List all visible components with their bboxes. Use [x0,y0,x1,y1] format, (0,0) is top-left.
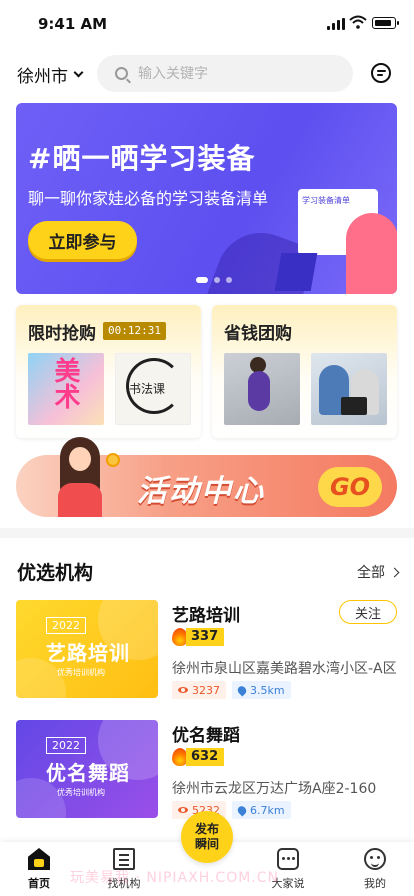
distance-value: 3.5km [250,683,285,697]
hot-score: 632 [172,747,225,767]
org-address: 徐州市泉山区嘉美路碧水湾小区-A区 [172,661,397,677]
distance-value: 6.7km [250,803,285,817]
org-list-item[interactable]: 2022 优名舞蹈 优秀培训机构 优名舞蹈 632 徐州市云龙区万达广场A座2-… [16,720,398,820]
girl-illustration [58,437,102,517]
follow-button[interactable]: 关注 [339,600,397,624]
robotics-course-thumbnail[interactable] [311,353,387,425]
status-time: 9:41 AM [38,15,108,33]
cover-name: 艺路培训 [46,641,130,665]
banner-person-illustration [346,213,397,294]
banner-subtitle: 聊一聊你家娃必备的学习装备清单 [28,189,269,208]
search-bar[interactable] [97,55,353,92]
calligraphy-course-thumbnail[interactable]: 书法课 [115,353,191,425]
chevron-down-icon [73,67,84,77]
signal-icon [327,18,345,30]
battery-icon [372,17,399,29]
group-buy-title: 省钱团购 [224,324,292,344]
section-divider [0,528,414,538]
message-icon[interactable] [371,63,391,83]
distance-badge: 3.5km [232,681,291,699]
publish-label: 发布瞬间 [194,822,219,851]
flash-sale-title: 限时抢购 [28,324,96,344]
eye-icon [178,687,188,693]
banner-title: #晒一晒学习装备 [28,142,256,175]
cover-year: 2022 [46,617,86,634]
art-thumbnail-text: 美术 [50,357,80,409]
views-count: 3237 [192,683,220,697]
org-address: 徐州市云龙区万达广场A座2-160 [172,781,377,797]
tab-home[interactable]: 首页 [14,842,64,896]
tab-home-label: 首页 [28,877,50,890]
hot-score: 337 [172,627,225,647]
location-pin-icon [235,683,249,697]
wifi-icon [349,15,367,29]
eye-icon [178,807,188,813]
banner-pagination [196,277,232,283]
chat-icon [277,848,299,870]
tab-profile-label: 我的 [364,877,386,890]
status-bar: 9:41 AM [0,0,414,48]
cover-name: 优名舞蹈 [46,761,130,785]
join-now-button[interactable]: 立即参与 [28,221,137,259]
chevron-right-icon [389,567,400,577]
flash-sale-card[interactable]: 限时抢购 00:12:31 美术 书法课 [16,305,201,438]
group-buy-card[interactable]: 省钱团购 [212,305,397,438]
pagination-dot-active [196,277,208,283]
dancer-figure [248,371,270,411]
org-name[interactable]: 优名舞蹈 [172,721,240,746]
org-cover-image[interactable]: 2022 优名舞蹈 优秀培训机构 [16,720,158,818]
search-icon [115,67,128,80]
pagination-dot [214,277,220,283]
calligraphy-thumbnail-text: 书法课 [129,382,166,396]
org-name[interactable]: 艺路培训 [172,601,240,626]
city-selector[interactable]: 徐州市 [17,62,84,87]
section-title: 优选机构 [17,562,94,584]
go-button[interactable]: GO [318,467,382,507]
city-label: 徐州市 [17,66,68,87]
activity-center-banner[interactable]: 活动中心 GO [16,437,397,517]
search-input[interactable] [138,65,318,82]
hot-score-value: 337 [186,628,225,646]
org-cover-image[interactable]: 2022 艺路培训 优秀培训机构 [16,600,158,698]
cover-tag: 优秀培训机构 [57,668,105,677]
home-icon [28,848,50,870]
countdown-timer: 00:12:31 [103,322,166,340]
coin-icon [106,453,120,467]
girl-face [69,447,91,471]
view-all-label: 全部 [357,565,385,581]
hot-score-value: 632 [186,748,225,766]
cover-year: 2022 [46,737,86,754]
org-list-item[interactable]: 2022 艺路培训 优秀培训机构 艺路培训 关注 337 徐州市泉山区嘉美路碧水… [16,600,398,700]
distance-badge: 6.7km [232,801,291,819]
banner-board-text: 学习装备清单 [302,196,350,205]
pagination-dot [226,277,232,283]
activity-center-label: 活动中心 [137,474,265,509]
smiley-icon [364,848,386,870]
view-all-link[interactable]: 全部 [357,562,400,582]
org-stats: 3237 3.5km [172,681,291,699]
views-badge: 3237 [172,681,226,699]
watermark: 玩美易我 · NIPIAXH.COM.CN [70,870,279,886]
girl-body [58,483,102,517]
location-pin-icon [235,803,249,817]
art-course-thumbnail[interactable]: 美术 [28,353,104,425]
publish-button[interactable]: 发布瞬间 [181,811,233,863]
dance-course-thumbnail[interactable] [224,353,300,425]
robot-figure [341,397,367,415]
banner-books-illustration [274,253,318,291]
cover-tag: 优秀培训机构 [57,788,105,797]
promo-banner[interactable]: 学习装备清单 #晒一晒学习装备 聊一聊你家娃必备的学习装备清单 立即参与 [16,103,397,294]
tab-profile[interactable]: 我的 [350,842,400,896]
